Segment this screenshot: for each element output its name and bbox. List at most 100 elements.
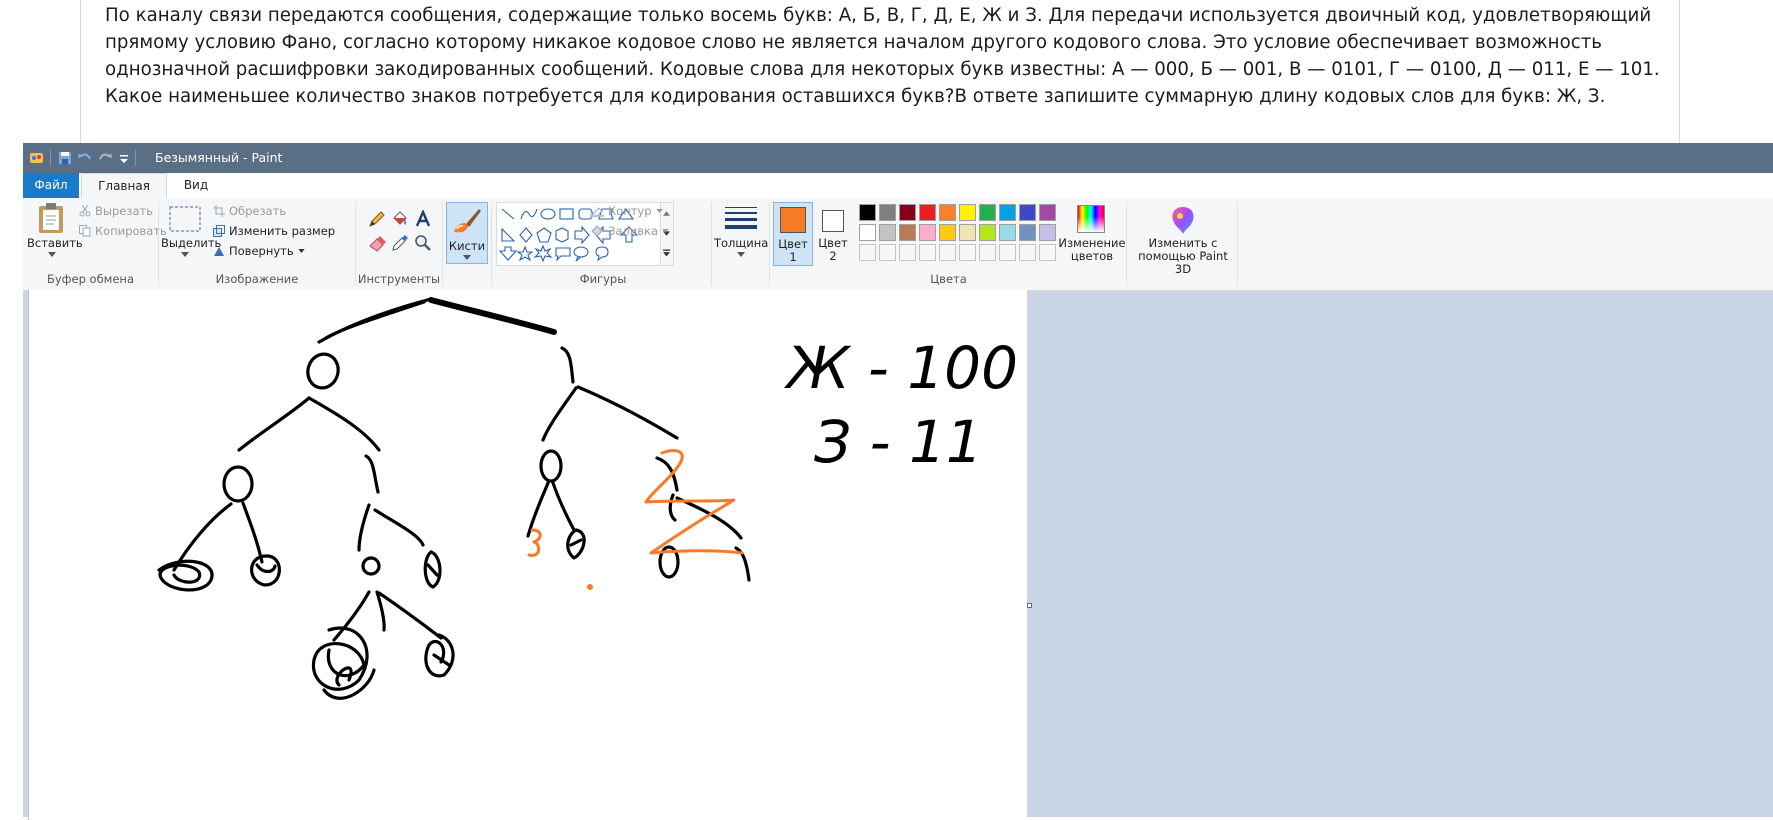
text-tool-icon[interactable]: [414, 210, 432, 228]
tree-edge: [237, 396, 311, 452]
color-spectrum-icon: [1077, 205, 1105, 233]
tab-home[interactable]: Главная: [81, 173, 167, 199]
size-button[interactable]: Толщина: [714, 200, 768, 262]
palette-swatch-empty[interactable]: [899, 244, 916, 261]
palette-swatch[interactable]: [999, 224, 1016, 241]
cut-button[interactable]: Вырезать: [79, 204, 153, 218]
palette-swatch[interactable]: [979, 224, 996, 241]
paste-label: Вставить: [27, 236, 83, 250]
redo-icon[interactable]: [97, 150, 113, 166]
scissors-icon: [79, 205, 91, 217]
palette-swatch[interactable]: [899, 224, 916, 241]
palette-swatch[interactable]: [919, 224, 936, 241]
palette-swatch-empty[interactable]: [919, 244, 936, 261]
palette-swatch-empty[interactable]: [959, 244, 976, 261]
fill-button[interactable]: Заливка: [590, 224, 669, 238]
resize-button[interactable]: Изменить размер: [213, 224, 335, 238]
tab-file[interactable]: Файл: [23, 173, 79, 198]
group-separator: [1237, 202, 1238, 286]
paint3d-icon: [1172, 207, 1194, 234]
line-thickness-icon: [725, 207, 757, 229]
palette-swatch-empty[interactable]: [999, 244, 1016, 261]
palette-swatch[interactable]: [1019, 204, 1036, 221]
selection-rect-icon: [169, 206, 201, 232]
palette-swatch[interactable]: [959, 204, 976, 221]
accent-dot: [587, 584, 593, 590]
image-group-label: Изображение: [215, 272, 299, 286]
palette-swatch[interactable]: [879, 224, 896, 241]
color1-swatch: [780, 207, 806, 233]
palette-swatch-empty[interactable]: [1019, 244, 1036, 261]
fill-label: Заливка: [608, 224, 659, 238]
cut-label: Вырезать: [95, 204, 153, 218]
brushes-button[interactable]: Кисти: [446, 202, 488, 264]
color1-button[interactable]: Цвет 1: [773, 202, 813, 266]
edit-colors-label: Изменение цветов: [1058, 236, 1126, 263]
group-separator: [442, 202, 443, 286]
palette-swatch[interactable]: [1019, 224, 1036, 241]
tree-edge: [675, 496, 743, 540]
chevron-down-icon: [662, 229, 669, 233]
palette-swatch[interactable]: [919, 204, 936, 221]
chevron-down-icon: [48, 252, 56, 257]
color2-button[interactable]: Цвет 2: [815, 202, 851, 266]
annotation-line-1: Ж - 100: [784, 334, 1018, 402]
content-border-left: [80, 0, 81, 143]
eraser-icon[interactable]: [368, 234, 386, 252]
paste-button[interactable]: Вставить: [27, 200, 83, 260]
palette-swatch-empty[interactable]: [879, 244, 896, 261]
resize-icon: [213, 225, 225, 237]
paint-app-icon[interactable]: [29, 150, 45, 166]
undo-icon[interactable]: [77, 150, 93, 166]
palette-swatch[interactable]: [899, 204, 916, 221]
tree-node: [306, 352, 340, 390]
palette-swatch-empty[interactable]: [859, 244, 876, 261]
palette-swatch-empty[interactable]: [1039, 244, 1056, 261]
tree-node-filled: [311, 626, 376, 700]
color2-swatch: [822, 210, 844, 232]
palette-swatch[interactable]: [1039, 224, 1056, 241]
pencil-icon[interactable]: [368, 210, 386, 228]
webpage-background: По каналу связи передаются сообщения, со…: [0, 0, 1773, 143]
tab-view[interactable]: Вид: [169, 173, 223, 198]
tree-node-one: [364, 454, 380, 494]
group-separator: [711, 202, 712, 286]
magnifier-icon[interactable]: [414, 234, 432, 252]
palette-swatch[interactable]: [959, 224, 976, 241]
palette-swatch[interactable]: [859, 224, 876, 241]
palette-swatch-empty[interactable]: [979, 244, 996, 261]
color-picker-icon[interactable]: [391, 234, 409, 252]
drawing-canvas[interactable]: Ж - 100 З - 11: [28, 290, 1027, 820]
fill-bucket-icon[interactable]: [391, 210, 409, 228]
select-label: Выделить: [161, 236, 222, 250]
chevron-down-icon: [463, 255, 471, 260]
tree-edge: [373, 508, 425, 547]
customize-qat-icon[interactable]: [116, 150, 132, 166]
palette-swatch[interactable]: [999, 204, 1016, 221]
group-separator: [491, 202, 492, 286]
palette-swatch[interactable]: [939, 204, 956, 221]
save-icon[interactable]: [57, 150, 73, 166]
palette-swatch[interactable]: [1039, 204, 1056, 221]
crop-button[interactable]: Обрезать: [213, 204, 286, 218]
paint3d-button[interactable]: Изменить с помощью Paint 3D: [1131, 200, 1235, 276]
tree-edge: [668, 493, 677, 522]
clipboard-icon: [39, 203, 63, 233]
select-button[interactable]: Выделить: [161, 200, 222, 260]
outline-button[interactable]: Контур: [590, 204, 663, 218]
palette-swatch[interactable]: [939, 224, 956, 241]
palette-swatch[interactable]: [859, 204, 876, 221]
group-separator: [1126, 202, 1127, 286]
edit-colors-button[interactable]: Изменение цветов: [1058, 200, 1126, 266]
tree-node-filled: [250, 554, 281, 587]
palette-swatch-empty[interactable]: [939, 244, 956, 261]
color-palette: [859, 202, 1056, 266]
tree-edge: [377, 591, 443, 640]
more-shapes-icon: [663, 249, 670, 257]
rotate-label: Повернуть: [229, 244, 294, 258]
copy-button[interactable]: Копировать: [79, 224, 167, 238]
canvas-resize-handle[interactable]: [1027, 603, 1032, 608]
rotate-button[interactable]: Повернуть: [213, 244, 305, 258]
palette-swatch[interactable]: [979, 204, 996, 221]
palette-swatch[interactable]: [879, 204, 896, 221]
